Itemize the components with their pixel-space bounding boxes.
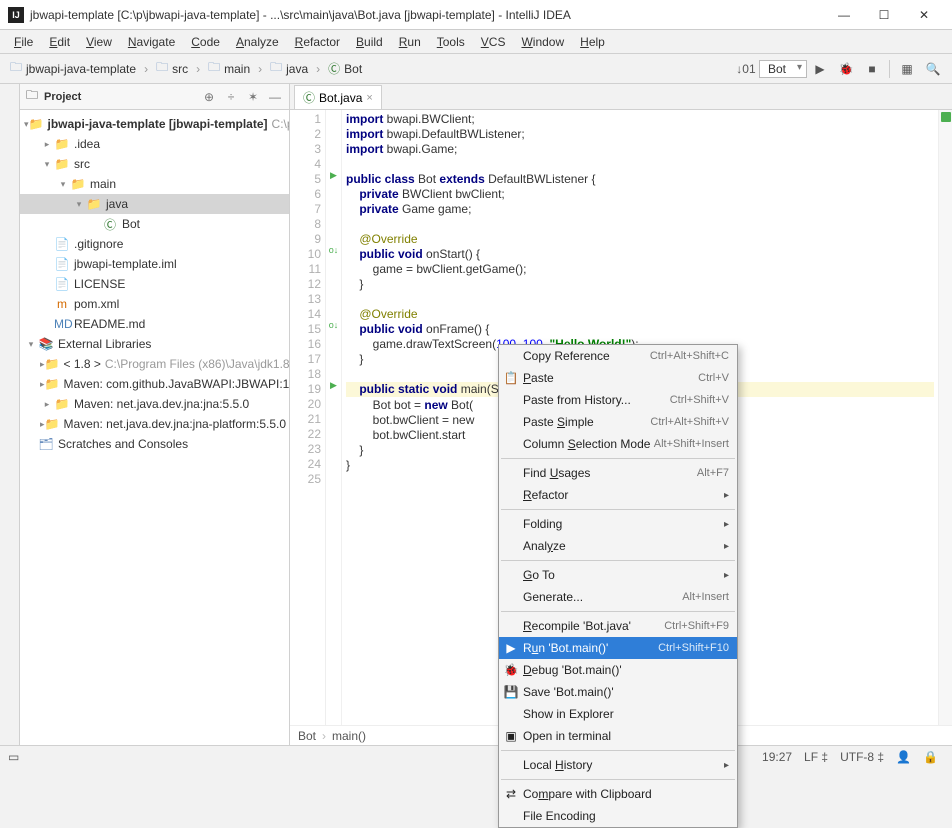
minimize-button[interactable]: —: [824, 0, 864, 30]
maximize-button[interactable]: ☐: [864, 0, 904, 30]
editor-context-menu[interactable]: Copy ReferenceCtrl+Alt+Shift+C📋PasteCtrl…: [498, 344, 738, 828]
tree-item[interactable]: 🗂Scratches and Consoles: [20, 434, 289, 454]
ctx-paste-from-history-[interactable]: Paste from History...Ctrl+Shift+V: [499, 389, 737, 411]
close-tab-icon[interactable]: ×: [366, 92, 372, 104]
menu-view[interactable]: View: [78, 33, 120, 51]
gutter-marks[interactable]: ▶o↓o↓▶: [326, 110, 342, 725]
method-crumb-class[interactable]: Bot: [298, 729, 316, 743]
locate-icon[interactable]: ⊕: [201, 90, 217, 104]
menu-edit[interactable]: Edit: [41, 33, 78, 51]
ctx-go-to[interactable]: Go To▸: [499, 564, 737, 586]
ctx-find-usages[interactable]: Find UsagesAlt+F7: [499, 462, 737, 484]
tree-item[interactable]: ▾📁main: [20, 174, 289, 194]
ctx-show-in-explorer[interactable]: Show in Explorer: [499, 703, 737, 725]
project-tool-label[interactable]: Project: [44, 91, 195, 103]
left-stripe[interactable]: [0, 84, 20, 745]
error-stripe[interactable]: [938, 110, 952, 725]
editor-tab-label: Bot.java: [319, 91, 362, 105]
debug-button[interactable]: 🐞: [835, 58, 857, 80]
ctx-copy-reference[interactable]: Copy ReferenceCtrl+Alt+Shift+C: [499, 345, 737, 367]
tree-item[interactable]: 📄.gitignore: [20, 234, 289, 254]
method-crumb-method[interactable]: main(): [332, 729, 366, 743]
inspection-icon[interactable]: 👤: [896, 750, 911, 764]
ctx-folding[interactable]: Folding▸: [499, 513, 737, 535]
caret-position[interactable]: 19:27: [762, 750, 792, 764]
build-icon[interactable]: ↓01: [735, 58, 757, 80]
ctx-compare-with-clipboard[interactable]: ⇄Compare with Clipboard: [499, 783, 737, 805]
class-icon: Ⓒ: [303, 89, 315, 106]
settings-icon[interactable]: ✶: [245, 90, 261, 104]
ctx-paste-simple[interactable]: Paste SimpleCtrl+Alt+Shift+V: [499, 411, 737, 433]
ctx-save-bot-main-[interactable]: 💾Save 'Bot.main()': [499, 681, 737, 703]
ctx-run-bot-main-[interactable]: ▶Run 'Bot.main()'Ctrl+Shift+F10: [499, 637, 737, 659]
menu-run[interactable]: Run: [391, 33, 429, 51]
ctx-debug-bot-main-[interactable]: 🐞Debug 'Bot.main()': [499, 659, 737, 681]
tree-item[interactable]: 📄jbwapi-template.iml: [20, 254, 289, 274]
breadcrumb-bot[interactable]: ⒸBot: [324, 58, 366, 79]
ctx-open-in-terminal[interactable]: ▣Open in terminal: [499, 725, 737, 747]
tree-item[interactable]: MDREADME.md: [20, 314, 289, 334]
breadcrumb-main[interactable]: 🗀main: [204, 56, 254, 81]
menu-refactor[interactable]: Refactor: [287, 33, 348, 51]
breadcrumb-src[interactable]: 🗀src: [152, 56, 192, 81]
ctx-column-selection-mode[interactable]: Column Selection ModeAlt+Shift+Insert: [499, 433, 737, 455]
project-tree[interactable]: ▾📁jbwapi-java-template [jbwapi-template]…: [20, 110, 289, 745]
menu-bar: FileEditViewNavigateCodeAnalyzeRefactorB…: [0, 30, 952, 54]
line-separator[interactable]: LF ‡: [804, 750, 828, 764]
menu-code[interactable]: Code: [183, 33, 228, 51]
tree-item[interactable]: 📄LICENSE: [20, 274, 289, 294]
menu-help[interactable]: Help: [572, 33, 613, 51]
tree-item[interactable]: ▾📁src: [20, 154, 289, 174]
status-icon[interactable]: ▭: [8, 750, 19, 764]
tree-item[interactable]: mpom.xml: [20, 294, 289, 314]
breadcrumb-java[interactable]: 🗀java: [266, 56, 312, 81]
ctx-paste[interactable]: 📋PasteCtrl+V: [499, 367, 737, 389]
tree-item[interactable]: ▸📁Maven: net.java.dev.jna:jna-platform:5…: [20, 414, 289, 434]
lock-icon[interactable]: 🔒: [923, 750, 938, 764]
layout-icon[interactable]: ▦: [896, 58, 918, 80]
tree-item[interactable]: ▸📁Maven: com.github.JavaBWAPI:JBWAPI:1.4: [20, 374, 289, 394]
menu-window[interactable]: Window: [513, 33, 572, 51]
line-gutter[interactable]: 1234567891011121314151617181920212223242…: [290, 110, 326, 725]
tree-item[interactable]: ▾📁java: [20, 194, 289, 214]
file-encoding[interactable]: UTF-8 ‡: [840, 750, 884, 764]
run-button[interactable]: ▶: [809, 58, 831, 80]
inspection-ok-icon: [941, 112, 951, 122]
ctx-generate-[interactable]: Generate...Alt+Insert: [499, 586, 737, 608]
search-everywhere-icon[interactable]: 🔍: [922, 58, 944, 80]
ctx-analyze[interactable]: Analyze▸: [499, 535, 737, 557]
ctx-file-encoding[interactable]: File Encoding: [499, 805, 737, 827]
stop-button[interactable]: ■: [861, 58, 883, 80]
hide-icon[interactable]: —: [267, 90, 283, 104]
tree-item[interactable]: ▸📁.idea: [20, 134, 289, 154]
breadcrumb[interactable]: 🗀jbwapi-java-template›🗀src›🗀main›🗀java›Ⓒ…: [6, 56, 366, 81]
menu-analyze[interactable]: Analyze: [228, 33, 287, 51]
ctx-recompile-bot-java-[interactable]: Recompile 'Bot.java'Ctrl+Shift+F9: [499, 615, 737, 637]
tree-item[interactable]: ▸📁Maven: net.java.dev.jna:jna:5.5.0: [20, 394, 289, 414]
ctx-local-history[interactable]: Local History▸: [499, 754, 737, 776]
menu-tools[interactable]: Tools: [429, 33, 473, 51]
menu-build[interactable]: Build: [348, 33, 391, 51]
menu-vcs[interactable]: VCS: [473, 33, 514, 51]
window-title: jbwapi-template [C:\p\jbwapi-java-templa…: [30, 8, 824, 22]
close-button[interactable]: ✕: [904, 0, 944, 30]
breadcrumb-jbwapi-java-template[interactable]: 🗀jbwapi-java-template: [6, 56, 140, 81]
menu-navigate[interactable]: Navigate: [120, 33, 183, 51]
menu-file[interactable]: File: [6, 33, 41, 51]
tree-item[interactable]: ▾📚External Libraries: [20, 334, 289, 354]
ctx-refactor[interactable]: Refactor▸: [499, 484, 737, 506]
run-config-select[interactable]: Bot: [759, 60, 807, 78]
collapse-icon[interactable]: ÷: [223, 90, 239, 104]
project-tool-icon: 🗀: [26, 86, 38, 107]
tree-item[interactable]: ▸📁< 1.8 >C:\Program Files (x86)\Java\jdk…: [20, 354, 289, 374]
tree-item[interactable]: ▾📁jbwapi-java-template [jbwapi-template]…: [20, 114, 289, 134]
editor-tab-bot[interactable]: Ⓒ Bot.java ×: [294, 85, 382, 109]
tree-item[interactable]: ⒸBot: [20, 214, 289, 234]
app-icon: IJ: [8, 7, 24, 23]
